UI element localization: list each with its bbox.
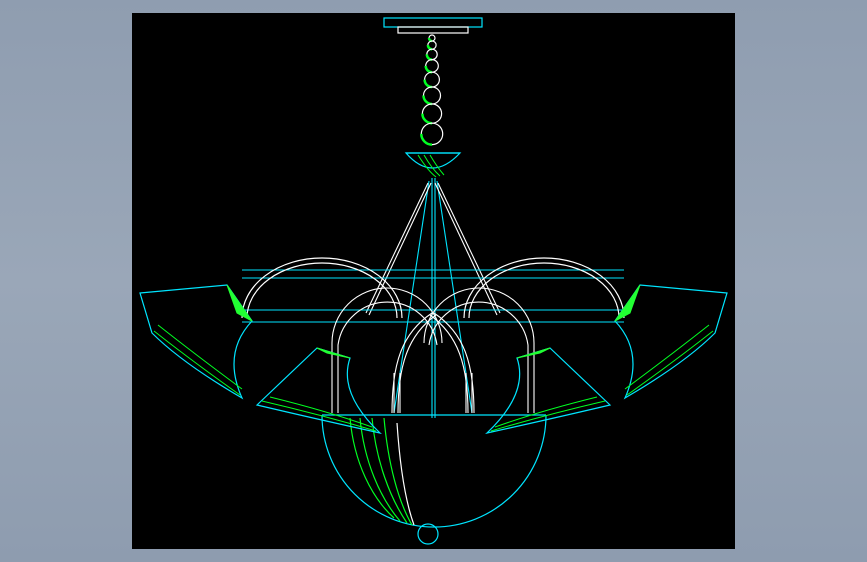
- shade-socket: [614, 284, 641, 322]
- bowl: [321, 414, 547, 545]
- chain: [420, 34, 444, 146]
- central-frame: [242, 178, 624, 418]
- lamp-shades: [139, 284, 728, 435]
- cad-viewport[interactable]: [132, 13, 735, 549]
- shade-socket: [226, 284, 253, 322]
- top-cup: [404, 152, 462, 178]
- chain-link-shading: [421, 113, 433, 125]
- lamp-shade-inner-left: [255, 347, 382, 435]
- chain-link-shading: [425, 54, 433, 61]
- shade-socket: [316, 347, 351, 359]
- ceiling-canopy: [383, 17, 483, 34]
- chain-link-shading: [426, 44, 433, 51]
- chain-link-shading: [420, 133, 433, 146]
- lamp-shade-far-right: [614, 284, 728, 400]
- chain-link-shading: [424, 65, 433, 74]
- lamp-shade-inner-right: [485, 347, 612, 435]
- chandelier-drawing: [139, 17, 728, 545]
- inner-arcs: [331, 287, 535, 414]
- chain-link-shading: [422, 95, 433, 106]
- lamp-shade-far-left: [139, 284, 253, 400]
- chain-link-shading: [423, 79, 433, 89]
- upper-arcs: [241, 257, 625, 319]
